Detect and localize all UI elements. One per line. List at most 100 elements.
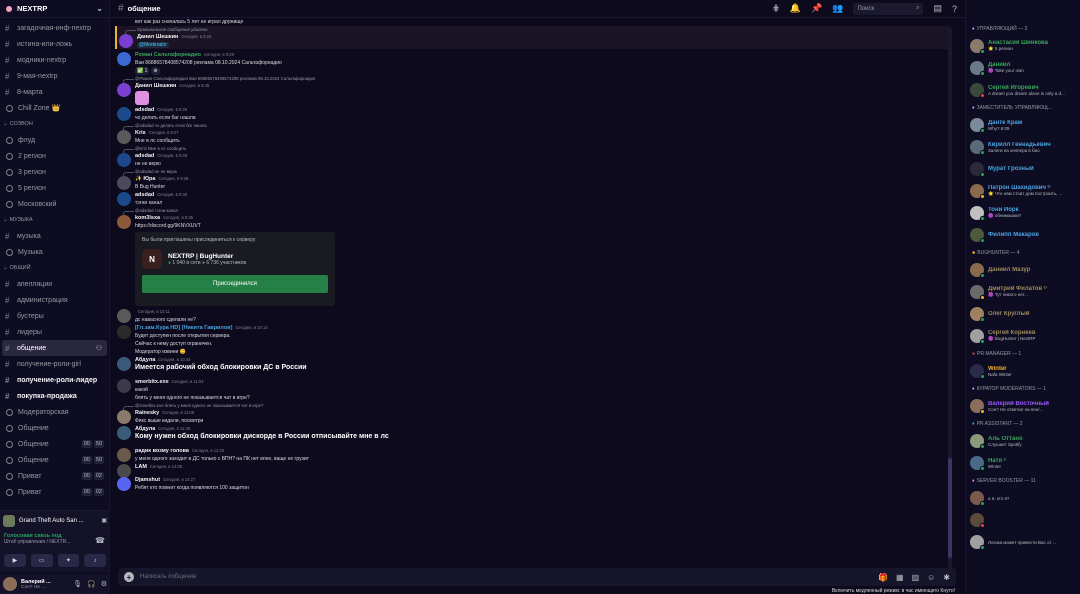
scrollbar[interactable] [948,28,952,568]
message-input[interactable]: + Написать #общение 🎁 ▦ ▨ ☺ ✱ [118,568,956,586]
message-author[interactable]: kom3lsxa [135,215,160,221]
member-item[interactable]: Аль Оттано Слушает Spotify [966,430,1080,452]
member-item[interactable]: Логика может привести Вас от ... [966,531,1080,553]
role-mention[interactable]: @Moderator [137,42,169,48]
voice-channel-path[interactable]: Штаб управления / NEXTR... [4,539,106,545]
message-author[interactable]: Абдула [135,357,155,363]
invite-link[interactable]: https://discord.gg/9KNVXUVT [135,222,950,230]
voice-channel-item[interactable]: 3 регион [0,164,109,180]
message-author[interactable]: Абдула [135,426,155,432]
message-author[interactable]: adsdad [135,107,154,113]
message-author[interactable]: Rainesky [135,410,159,416]
member-item[interactable] [966,509,1080,531]
channel-item-active[interactable]: # общение ⚇ [2,340,107,356]
gift-icon[interactable]: 🎁 [878,573,888,582]
channel-item[interactable]: # истина-или-ложь [0,36,109,52]
avatar[interactable] [117,309,131,323]
member-item[interactable]: Валерий Восточный Сон? Не ответил на пен/… [966,395,1080,417]
member-item[interactable]: Данте Крам Why? 6:05 [966,114,1080,136]
member-item[interactable]: Олег Круглый [966,303,1080,325]
channel-item[interactable]: # лидеры [0,324,109,340]
avatar[interactable] [117,448,131,462]
category-header[interactable]: ⌄ ОБЩИЙ [0,260,109,276]
voice-channel-item[interactable]: Московский [0,196,109,212]
voice-channel-item[interactable]: Приват 00 02 [0,468,109,484]
plus-icon[interactable]: + [124,572,134,582]
channel-item[interactable]: # получение-роли-girl [0,356,109,372]
avatar[interactable] [117,52,131,66]
members-icon[interactable]: 👥 [832,3,843,14]
sticker-icon[interactable]: ▨ [912,573,920,582]
gear-icon[interactable]: ⚙ [101,580,107,588]
channel-item[interactable]: # покупка-продажа [0,388,109,404]
avatar[interactable] [117,153,131,167]
avatar[interactable] [117,477,131,491]
member-item[interactable]: Патрон Шахидович ᵁ ⭐ Что нам стоит дом по… [966,180,1080,202]
chevron-down-icon[interactable]: ⌄ [96,4,103,13]
category-header[interactable]: ⌄ СОЗВОН [0,116,109,132]
voice-channel-item[interactable]: Модераторская [0,404,109,420]
disconnect-icon[interactable]: ☎ [95,536,105,545]
channel-item[interactable]: # апелляции [0,276,109,292]
channel-item[interactable]: #8-марта [0,84,109,100]
voice-channel-item[interactable]: Музыка [0,244,109,260]
member-item[interactable]: Сергей Корнеев 🟣 BugHunter | NextRP [966,325,1080,347]
search-input[interactable]: Поиск ⌕ [853,2,924,15]
headphones-icon[interactable]: 🎧 [87,580,96,588]
avatar[interactable] [117,130,131,144]
member-item[interactable]: Филипп Макаров [966,224,1080,246]
help-icon[interactable]: ? [952,4,957,14]
message-author[interactable]: Djamshut [135,477,160,483]
member-item[interactable]: Тони Йорк 🟣 обнимашки? [966,202,1080,224]
avatar[interactable] [117,215,131,229]
message-author[interactable]: радик возму голова [135,448,189,454]
avatar[interactable] [117,426,131,440]
avatar[interactable] [117,410,131,424]
server-header[interactable]: NEXTRP ⌄ [0,0,109,18]
avatar[interactable] [117,325,131,339]
reaction[interactable]: ✅ 1 [135,67,150,75]
message-author[interactable]: adsdad [135,153,154,159]
member-item[interactable]: Даниил Мазур [966,259,1080,281]
voice-channel-item[interactable]: Общение 00 50 [0,436,109,452]
avatar[interactable] [119,34,133,48]
member-item[interactable]: Кирилл Геннадьевич Залеги на хелпера в би… [966,136,1080,158]
add-member-icon[interactable]: ⚇ [96,344,102,352]
scrollbar-thumb[interactable] [948,458,952,558]
message-author[interactable]: [Гл.зам.Кура HD] [Никита Гаврилов] [135,325,232,331]
channel-item[interactable]: # администрация [0,292,109,308]
reply-preview[interactable]: @adsdad тэгни канал [115,207,950,216]
message-author[interactable]: Данил Шешкин [135,83,176,89]
apps-icon[interactable]: ✱ [943,573,950,582]
reply-preview[interactable]: @smerbitx.exe блять у меня одного не пок… [115,402,950,411]
member-item[interactable]: Натя ᵁ Winter [966,452,1080,474]
avatar[interactable] [117,192,131,206]
voice-channel-item[interactable]: 2 регион [0,148,109,164]
avatar[interactable] [117,379,131,393]
channel-item[interactable]: # бустеры [0,308,109,324]
channel-item[interactable]: #9-мая-nextrp [0,68,109,84]
reply-preview[interactable]: @adsdad чо делать если баг нашла [115,122,950,131]
avatar[interactable] [3,577,17,591]
message-author[interactable]: Роман Сальтафорнадио [135,52,201,58]
activity-panel[interactable]: Grand Theft Auto San ... ▣ [0,510,110,530]
category-header[interactable]: ⌄ МУЗЫКА [0,212,109,228]
pin-icon[interactable]: 📌 [811,3,822,14]
avatar[interactable] [117,83,131,97]
microphone-icon[interactable]: 🎙 [73,580,82,588]
message-author[interactable]: LAM [135,464,147,470]
message-author[interactable]: smerbitx.exe [135,379,169,385]
member-item[interactable]: Мурат Грозный [966,158,1080,180]
emoji-icon[interactable]: ☺ [927,573,935,582]
activity-button[interactable]: ✦ [57,554,80,567]
camera-button[interactable]: ▶ [4,554,26,567]
avatar[interactable] [117,107,131,121]
member-item[interactable]: Даниил 🟣 Take your own [966,57,1080,79]
reply-preview[interactable]: @Kris Мне в лс сообщить [115,145,950,154]
threads-icon[interactable]: ⋕ [772,3,780,14]
message-author[interactable]: Kris [135,130,146,136]
voice-channel-item[interactable]: флуд [0,132,109,148]
message-author[interactable]: adsdad [135,192,154,198]
bell-icon[interactable]: 🔔 [790,3,801,14]
reply-preview[interactable]: @adsdad не не верю [115,168,950,177]
